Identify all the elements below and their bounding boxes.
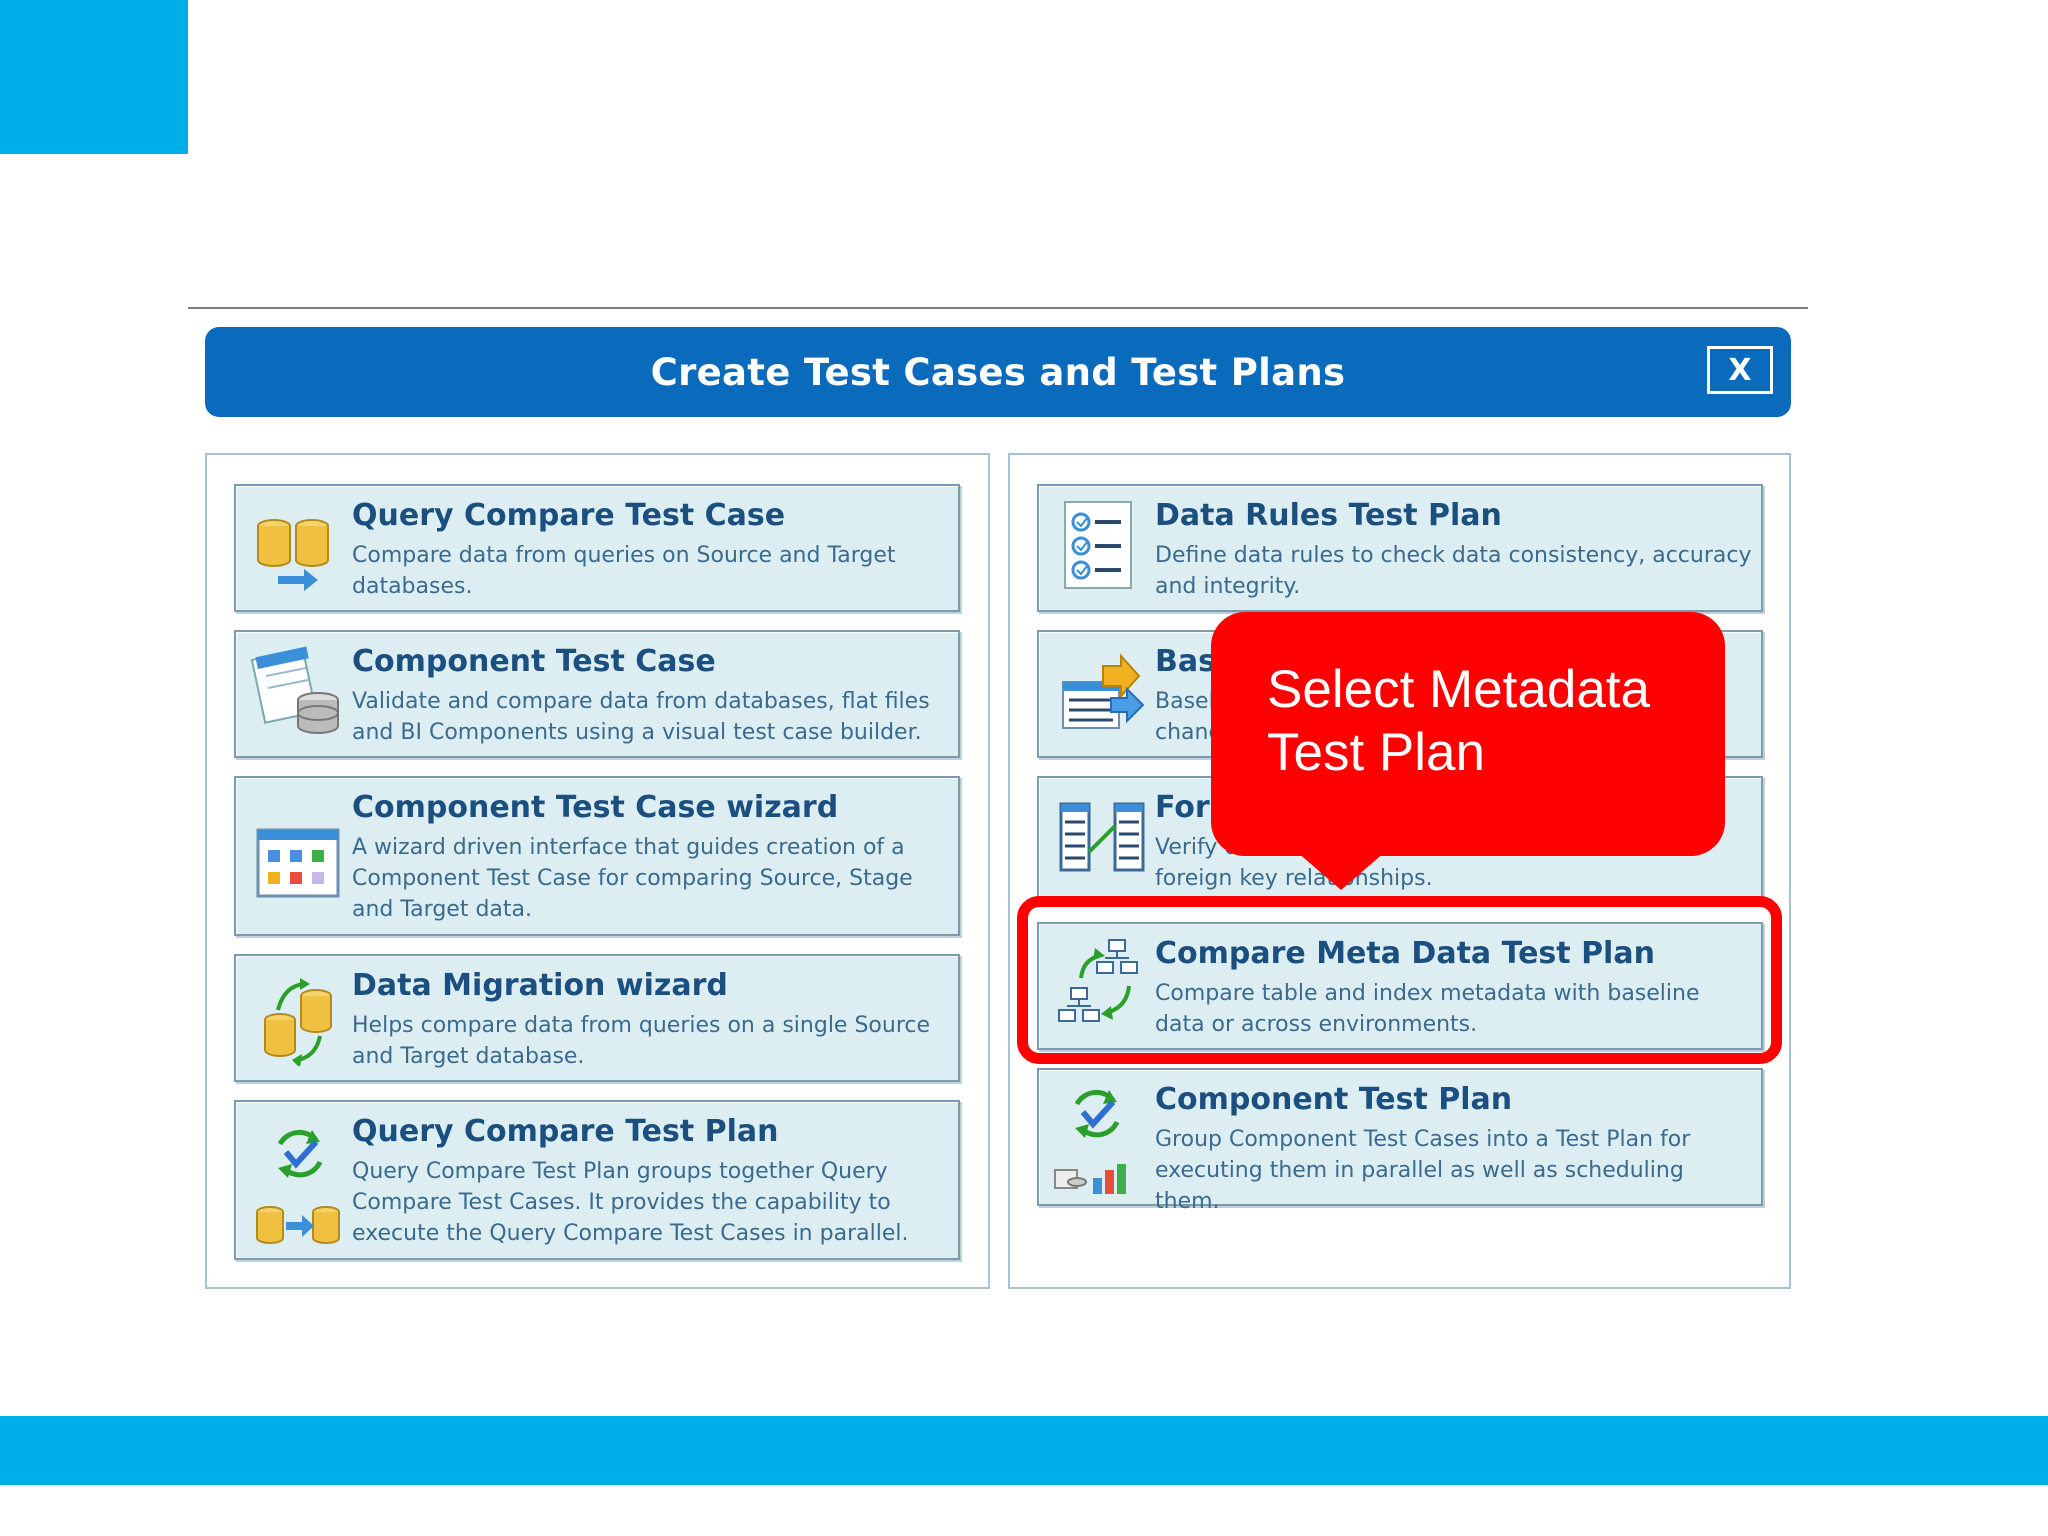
item-title: Query Compare Test Case [352, 498, 786, 533]
item-description: Group Component Test Cases into a Test P… [1155, 1127, 1691, 1214]
item-title: Data Rules Test Plan [1155, 498, 1502, 533]
item-description: Helps compare data from queries on a sin… [352, 1013, 931, 1069]
query-compare-test-plan-item[interactable]: Query Compare Test Plan Query Compare Te… [234, 1100, 960, 1260]
item-description: Compare table and index metadata with ba… [1155, 981, 1700, 1037]
top-divider [188, 307, 1808, 309]
callout-pointer [1297, 852, 1385, 890]
left-panel: Query Compare Test Case Compare data fro… [205, 453, 990, 1289]
baseline-icon [1053, 642, 1153, 742]
wizard-grid-icon [250, 818, 350, 918]
callout-text: Select Metadata Test Plan [1267, 660, 1651, 782]
compare-meta-data-test-plan-item[interactable]: Compare Meta Data Test Plan Compare tabl… [1037, 922, 1763, 1050]
right-panel: Data Rules Test Plan Define data rules t… [1008, 453, 1791, 1289]
item-description: Define data rules to check data consiste… [1155, 543, 1752, 599]
data-migration-wizard-item[interactable]: Data Migration wizard Helps compare data… [234, 954, 960, 1082]
data-rules-test-plan-item[interactable]: Data Rules Test Plan Define data rules t… [1037, 484, 1763, 612]
metadata-compare-icon [1053, 934, 1153, 1034]
item-description: Validate and compare data from databases… [352, 689, 930, 745]
component-test-case-wizard-item[interactable]: Component Test Case wizard A wizard driv… [234, 776, 960, 936]
item-title: Bas [1155, 644, 1216, 679]
close-button[interactable]: X [1707, 346, 1773, 394]
component-test-case-item[interactable]: Component Test Case Validate and compare… [234, 630, 960, 758]
item-title: Compare Meta Data Test Plan [1155, 936, 1655, 971]
component-test-case-icon [250, 642, 350, 742]
item-title: Data Migration wizard [352, 968, 728, 1003]
data-migration-icon [250, 966, 350, 1068]
query-compare-plan-icon [250, 1122, 350, 1252]
item-description: Compare data from queries on Source and … [352, 543, 896, 599]
checklist-icon [1053, 496, 1153, 596]
item-title: Component Test Case wizard [352, 790, 839, 825]
footer-bar [0, 1416, 2048, 1485]
component-test-plan-icon [1053, 1080, 1153, 1200]
dialog-header: Create Test Cases and Test Plans X [205, 327, 1791, 417]
item-description: Query Compare Test Plan groups together … [352, 1159, 909, 1246]
item-title: Component Test Plan [1155, 1082, 1513, 1117]
item-title: Query Compare Test Plan [352, 1114, 779, 1149]
query-compare-test-case-item[interactable]: Query Compare Test Case Compare data fro… [234, 484, 960, 612]
component-test-plan-item[interactable]: Component Test Plan Group Component Test… [1037, 1068, 1763, 1214]
item-description: A wizard driven interface that guides cr… [352, 835, 913, 922]
item-title: Component Test Case [352, 644, 716, 679]
callout-bubble: Select Metadata Test Plan [1211, 612, 1725, 856]
corner-accent-block [0, 0, 188, 154]
foreign-key-icon [1053, 788, 1153, 888]
dialog-title: Create Test Cases and Test Plans [650, 350, 1346, 394]
database-compare-icon [250, 496, 350, 596]
